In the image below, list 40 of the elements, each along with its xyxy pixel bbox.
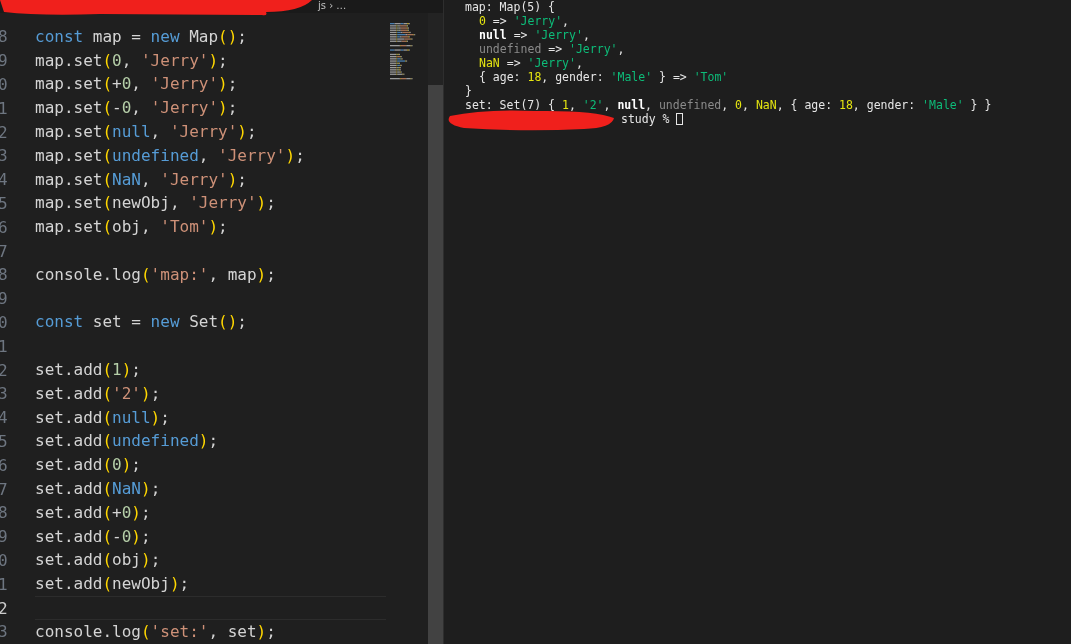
- terminal-prompt: study %: [621, 112, 670, 126]
- code-line: map.set(-0, 'Jerry');: [35, 97, 238, 120]
- line-number: 2: [0, 598, 9, 618]
- code-line: set.add(undefined);: [35, 430, 219, 453]
- terminal-line: { age: 18, gender: 'Male' } => 'Tom': [478, 70, 730, 84]
- code-line: set.add(null);: [35, 406, 170, 429]
- code-line: set.add(NaN);: [35, 478, 161, 501]
- line-number: 2: [0, 122, 9, 142]
- code-line: set.add(obj);: [35, 549, 161, 572]
- code-line: const set = new Set();: [35, 311, 247, 334]
- terminal-line: set: Set(7) { 1, '2', null, undefined, 0, NaN, { age: 18, gender: 'Male' } }: [465, 98, 993, 112]
- terminal-line: 0 => 'Jerry',: [478, 14, 571, 28]
- terminal-line: undefined => 'Jerry',: [478, 42, 626, 56]
- code-line: console.log('map:', map);: [35, 263, 276, 286]
- code-line: map.set(undefined, 'Jerry');: [35, 144, 305, 167]
- line-number: 1: [0, 574, 9, 594]
- scrollbar-thumb[interactable]: [428, 85, 443, 644]
- code-line: set.add(newObj);: [35, 573, 190, 596]
- code-line: map.set(null, 'Jerry');: [35, 121, 257, 144]
- code-line: map.set(newObj, 'Jerry');: [35, 192, 276, 215]
- terminal-cursor: [676, 113, 684, 125]
- code-line: set.add(-0);: [35, 525, 151, 548]
- code-line: set.add('2');: [35, 382, 161, 405]
- breadcrumb[interactable]: js › …: [318, 0, 347, 12]
- code-line: console.log('set:', set);: [35, 620, 276, 643]
- terminal-line: null => 'Jerry',: [478, 28, 591, 42]
- line-number: 1: [0, 98, 9, 118]
- code-line: map.set(obj, 'Tom');: [35, 216, 228, 239]
- code-line: set.add(+0);: [35, 501, 151, 524]
- line-number: 2: [0, 360, 9, 380]
- terminal-line: }: [465, 84, 473, 98]
- code-line: set.add(0);: [35, 454, 141, 477]
- line-number: 1: [0, 336, 9, 356]
- code-line: map.set(+0, 'Jerry');: [35, 73, 238, 96]
- code-line: map.set(0, 'Jerry');: [35, 49, 228, 72]
- code-line: set.add(1);: [35, 359, 141, 382]
- terminal-line: map: Map(5) {: [465, 0, 556, 14]
- terminal-line: NaN => 'Jerry',: [478, 56, 584, 70]
- code-line: const map = new Map();: [35, 25, 247, 48]
- code-line: map.set(NaN, 'Jerry');: [35, 168, 247, 191]
